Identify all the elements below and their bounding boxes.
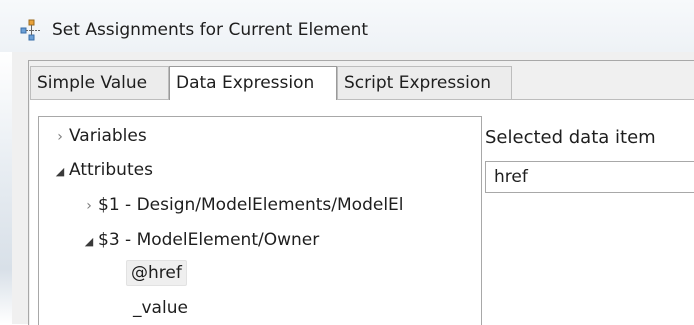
tree-node-item-1[interactable]: › $1 - Design/ModelElements/ModelEl <box>80 192 404 219</box>
window-edge <box>0 52 12 324</box>
chevron-right-icon[interactable]: › <box>80 193 98 219</box>
tree-node-variables[interactable]: › Variables <box>51 123 147 149</box>
tree-node-label: $1 - Design/ModelElements/ModelEl <box>98 195 404 215</box>
tab-script-expression[interactable]: Script Expression <box>337 66 512 99</box>
tree-node-value[interactable]: _value <box>133 295 188 321</box>
selected-data-item-field[interactable] <box>485 161 694 193</box>
window-titlebar: Set Assignments for Current Element <box>0 0 694 52</box>
expanded-triangle-icon[interactable]: ◢ <box>51 159 69 185</box>
tree-node-attributes[interactable]: ◢ Attributes <box>51 157 153 183</box>
tree-node-href[interactable]: @href <box>126 260 187 286</box>
expanded-triangle-icon[interactable]: ◢ <box>80 229 98 255</box>
tree-node-label: $3 - ModelElement/Owner <box>98 230 320 250</box>
assignments-icon <box>20 19 42 41</box>
tree-node-label-selected: @href <box>126 260 187 286</box>
tab-simple-value[interactable]: Simple Value <box>30 66 169 99</box>
data-tree[interactable]: › Variables ◢ Attributes › $1 - Design/Mode… <box>38 116 482 325</box>
window-title: Set Assignments for Current Element <box>52 20 369 40</box>
tree-node-label: Variables <box>69 126 147 146</box>
tree-node-item-3[interactable]: ◢ $3 - ModelElement/Owner <box>80 227 319 253</box>
chevron-right-icon[interactable]: › <box>51 124 69 150</box>
tab-data-expression[interactable]: Data Expression <box>169 66 337 100</box>
tree-node-label: _value <box>133 298 188 318</box>
selected-data-item-label: Selected data item <box>485 127 656 148</box>
tree-node-label: Attributes <box>69 160 153 180</box>
